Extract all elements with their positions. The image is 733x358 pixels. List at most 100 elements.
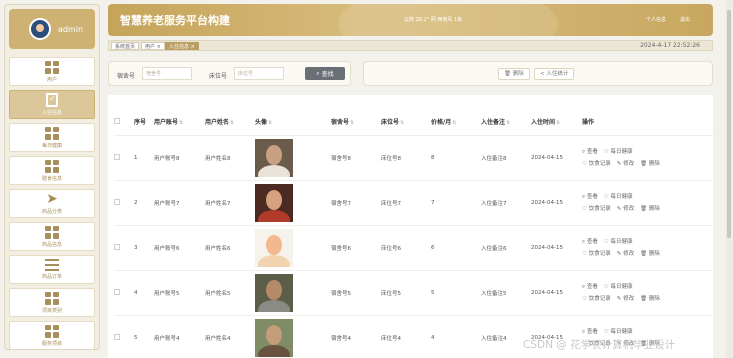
col-photo[interactable]: 头像⇅ [255, 109, 331, 136]
scrollbar-thumb[interactable] [727, 10, 731, 238]
cell-note: 入住备注7 [481, 180, 531, 226]
avatar [29, 18, 51, 40]
sidebar-item-project-category[interactable]: 项目类别 [9, 288, 95, 317]
col-ops: 操作 [582, 109, 714, 136]
watermark: CSDN @ 花学长计算机毕业设计 [523, 339, 676, 351]
delete-row-button[interactable]: 🗑 删除 [640, 206, 660, 212]
cell-bed: 床位号5 [381, 270, 431, 316]
edit-button[interactable]: ✎ 修改 [617, 251, 634, 257]
grid-icon [45, 225, 59, 239]
table-row[interactable]: 1 用户账号8 用户姓名8 宿舍号8 床位号8 8 入住备注8 2024-04-15 ⌕ 查看 ♡… [114, 135, 714, 181]
diet-record-button[interactable]: ♡ 饮食记录 [582, 161, 611, 167]
diet-record-button[interactable]: ♡ 饮食记录 [582, 206, 611, 212]
cell-price: 7 [431, 180, 481, 226]
search-icon: ⌕ [582, 328, 586, 335]
sidebar-item-checkin-info[interactable]: 入住信息 [9, 90, 95, 119]
cell-seq: 4 [134, 270, 154, 316]
delete-button[interactable]: 🗑 删除 [498, 68, 530, 80]
edit-button[interactable]: ✎ 修改 [617, 206, 634, 212]
delete-row-button[interactable]: 🗑 删除 [640, 161, 660, 167]
edit-icon: ✎ [616, 250, 622, 257]
heart-icon: ♡ [603, 148, 609, 155]
room-input[interactable] [142, 67, 192, 80]
cell-name: 用户姓名7 [205, 180, 255, 226]
page-scrollbar[interactable] [726, 0, 732, 358]
search-icon: ⌕ [582, 148, 586, 155]
col-note[interactable]: 入住备注⇅ [481, 109, 531, 136]
cell-ops: ⌕ 查看 ♡ 每日健康 ♡ 饮食记录 ✎ 修改 🗑 删除 [582, 225, 714, 271]
col-room[interactable]: 宿舍号⇅ [331, 109, 381, 136]
daily-health-button[interactable]: ♡ 每日健康 [604, 149, 633, 155]
heart-icon: ♡ [603, 328, 609, 335]
cell-time: 2024-04-15 [531, 180, 582, 226]
select-all-checkbox[interactable] [114, 117, 120, 124]
view-button[interactable]: ⌕ 查看 [582, 239, 598, 245]
table-row[interactable]: 2 用户账号7 用户姓名7 宿舍号7 床位号7 7 入住备注7 2024-04-15 ⌕ 查看 ♡… [114, 180, 714, 226]
diet-record-button[interactable]: ♡ 饮食记录 [582, 296, 611, 302]
cell-note: 入住备注5 [481, 270, 531, 316]
user-name: admin [58, 24, 84, 34]
crumb-user[interactable]: 用户 × [141, 42, 165, 50]
sidebar-item-label: 商品订单 [41, 274, 62, 280]
table-row[interactable]: 4 用户账号5 用户姓名5 宿舍号5 床位号5 5 入住备注5 2024-04-15 ⌕ 查看 ♡… [114, 270, 714, 316]
heart-icon: ♡ [582, 205, 587, 212]
bed-input[interactable] [234, 67, 284, 80]
logout-link[interactable]: 退出 [680, 16, 690, 23]
elder-photo[interactable] [255, 273, 293, 312]
crumb-home[interactable]: 系统首页 [111, 42, 140, 50]
stats-button[interactable]: < 入住统计 [534, 68, 575, 80]
user-box[interactable]: admin [9, 9, 95, 49]
profile-link[interactable]: 个人信息 [646, 16, 666, 23]
search-icon: ⌕ [582, 238, 586, 245]
col-name[interactable]: 用户姓名⇅ [205, 109, 255, 136]
sidebar-item-products[interactable]: 商品信息 [9, 222, 95, 251]
row-checkbox[interactable] [114, 243, 120, 250]
view-button[interactable]: ⌕ 查看 [582, 194, 598, 200]
sidebar-item-orders[interactable]: 商品订单 [9, 255, 95, 284]
col-bed[interactable]: 床位号⇅ [381, 109, 431, 136]
col-price[interactable]: 价格/月⇅ [431, 109, 481, 136]
col-account[interactable]: 用户账号⇅ [154, 109, 205, 136]
sidebar-item-services[interactable]: 服务项目 [9, 321, 95, 349]
search-icon: ⌕ [316, 69, 320, 77]
edit-button[interactable]: ✎ 修改 [617, 296, 634, 302]
elder-photo[interactable] [255, 228, 293, 267]
delete-row-button[interactable]: 🗑 删除 [640, 251, 660, 257]
cell-bed: 床位号4 [381, 315, 431, 358]
cell-room: 宿舍号6 [331, 225, 381, 271]
row-checkbox[interactable] [114, 288, 120, 295]
data-table: 序号 用户账号⇅ 用户姓名⇅ 头像⇅ 宿舍号⇅ 床位号⇅ 价格/月⇅ 入住备注⇅… [114, 109, 714, 358]
cell-bed: 床位号6 [381, 225, 431, 271]
sidebar-item-label: 用户 [46, 76, 57, 83]
sort-icon: ⇅ [556, 120, 561, 127]
daily-health-button[interactable]: ♡ 每日健康 [604, 194, 633, 200]
elder-photo[interactable] [255, 138, 293, 177]
search-button[interactable]: ⌕ 查找 [305, 67, 345, 80]
sidebar-item-users[interactable]: 用户 [9, 57, 95, 86]
elder-photo[interactable] [255, 183, 293, 222]
col-time[interactable]: 入住时间⇅ [531, 109, 582, 136]
action-panel: 🗑 删除 < 入住统计 [363, 61, 713, 86]
sidebar-item-product-category[interactable]: ➤ 商品分类 [9, 189, 95, 218]
heart-icon: ♡ [582, 250, 587, 257]
row-checkbox[interactable] [114, 333, 120, 340]
edit-button[interactable]: ✎ 修改 [617, 161, 634, 167]
view-button[interactable]: ⌕ 查看 [582, 329, 598, 335]
daily-health-button[interactable]: ♡ 每日健康 [604, 329, 633, 335]
row-checkbox[interactable] [114, 153, 120, 160]
view-button[interactable]: ⌕ 查看 [582, 149, 598, 155]
elder-photo[interactable] [255, 318, 293, 357]
trash-icon: 🗑 [640, 250, 648, 257]
sidebar-item-meals[interactable]: 膳食信息 [9, 156, 95, 185]
diet-record-button[interactable]: ♡ 饮食记录 [582, 251, 611, 257]
row-checkbox[interactable] [114, 198, 120, 205]
daily-health-button[interactable]: ♡ 每日健康 [604, 284, 633, 290]
cell-ops: ⌕ 查看 ♡ 每日健康 ♡ 饮食记录 ✎ 修改 🗑 删除 [582, 135, 714, 181]
view-button[interactable]: ⌕ 查看 [582, 284, 598, 290]
delete-row-button[interactable]: 🗑 删除 [640, 296, 660, 302]
daily-health-button[interactable]: ♡ 每日健康 [604, 239, 633, 245]
top-header: 智慧养老服务平台构建 云阵 28.2° 阴 西南风 1级 个人信息 退出 [108, 4, 713, 36]
table-row[interactable]: 3 用户账号6 用户姓名6 宿舍号6 床位号6 6 入住备注6 2024-04-15 ⌕ 查看 ♡… [114, 225, 714, 271]
crumb-current[interactable]: 入住信息 × [165, 42, 199, 50]
sidebar-item-daily-health[interactable]: 每日健康 [9, 123, 95, 152]
